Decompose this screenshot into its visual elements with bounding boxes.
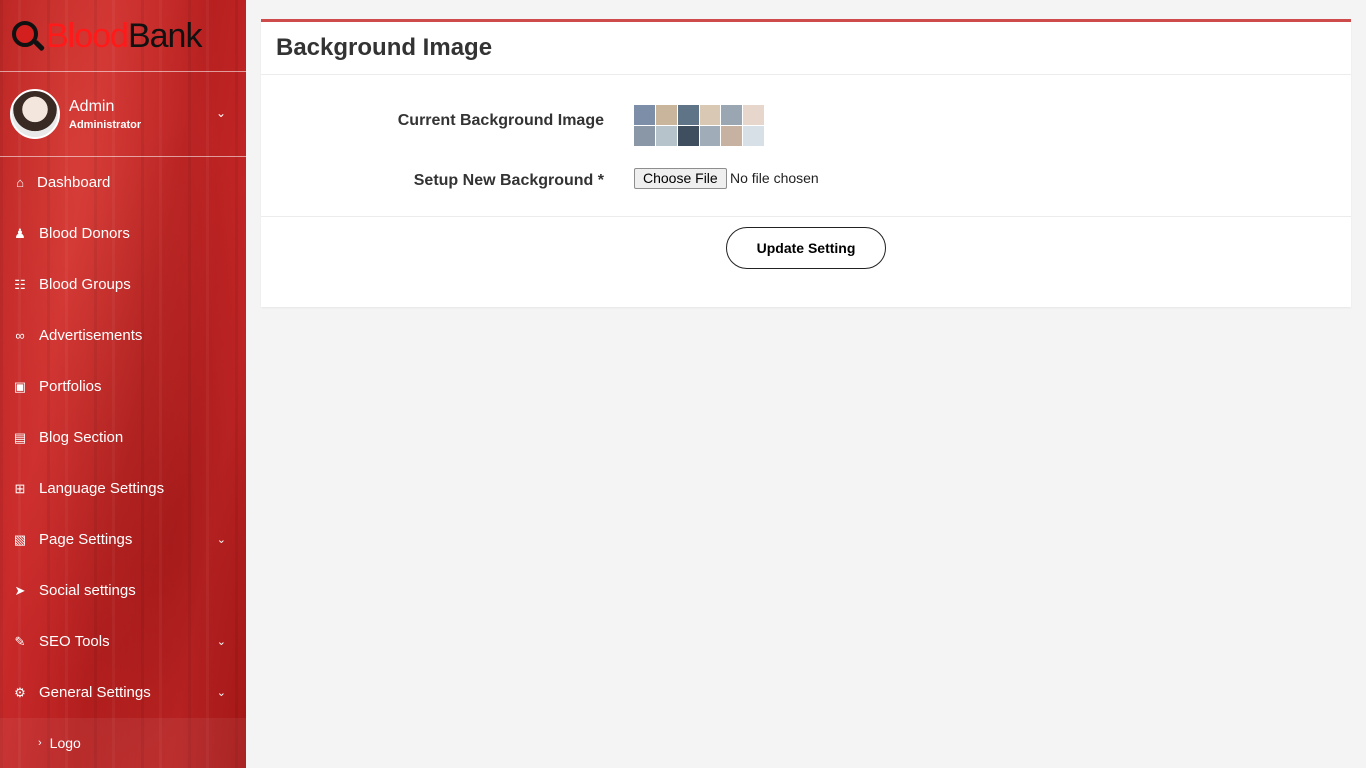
chevron-down-icon: ⌄ <box>216 687 226 699</box>
sidebar: BloodBank Admin Administrator ⌄ ⌂ Dashbo… <box>0 0 246 768</box>
sidebar-item-page-settings[interactable]: ▧ Page Settings ⌄ <box>0 514 246 565</box>
avatar <box>10 89 60 139</box>
current-background-thumbnail <box>634 105 764 146</box>
user-icon: ♟ <box>14 225 26 241</box>
sidebar-item-portfolios[interactable]: ▣ Portfolios <box>0 361 246 412</box>
brand-text-bank: Bank <box>127 16 202 55</box>
sitemap-icon: ☷ <box>14 276 26 292</box>
sidebar-item-blog-section[interactable]: ▤ Blog Section <box>0 412 246 463</box>
brand-text: BloodBank <box>46 16 202 55</box>
brand-logo[interactable]: BloodBank <box>0 0 246 72</box>
image-icon: ▣ <box>13 378 27 394</box>
chevron-down-icon: ⌄ <box>216 636 226 648</box>
sidebar-subitem-label: Logo <box>49 735 81 751</box>
current-background-label: Current Background Image <box>397 112 604 129</box>
file-status-text: No file chosen <box>730 170 819 186</box>
sidebar-item-label: Language Settings <box>39 480 165 497</box>
sidebar-item-social-settings[interactable]: ➤ Social settings <box>0 565 246 616</box>
sidebar-item-label: Advertisements <box>39 327 143 344</box>
cogs-icon: ⚙ <box>14 684 26 700</box>
divider <box>261 216 1351 217</box>
sidebar-item-blood-groups[interactable]: ☷ Blood Groups <box>0 259 246 310</box>
file-icon: ▤ <box>13 429 27 445</box>
sidebar-item-general-settings[interactable]: ⚙ General Settings ⌄ <box>0 667 246 718</box>
sidebar-item-label: Page Settings <box>39 531 133 548</box>
chevron-down-icon[interactable]: ⌄ <box>216 106 226 120</box>
home-icon: ⌂ <box>16 175 24 190</box>
sidebar-item-label: General Settings <box>39 684 151 701</box>
paper-plane-icon: ➤ <box>14 582 26 598</box>
sidebar-item-dashboard[interactable]: ⌂ Dashboard <box>0 157 246 208</box>
chevron-right-icon: › <box>38 737 42 749</box>
link-icon: ∞ <box>15 328 25 343</box>
user-info: Admin Administrator <box>69 98 141 131</box>
sidebar-nav: ⌂ Dashboard ♟ Blood Donors ☷ Blood Group… <box>0 157 246 768</box>
choose-file-button[interactable]: Choose File <box>634 168 727 189</box>
sidebar-item-label: Social settings <box>39 582 136 599</box>
sidebar-subitem-logo[interactable]: › Logo <box>0 718 246 768</box>
background-image-card: Background Image Current Background Imag… <box>261 19 1351 307</box>
language-icon: ⊞ <box>14 480 26 496</box>
sidebar-item-language-settings[interactable]: ⊞ Language Settings <box>0 463 246 514</box>
card-header: Background Image <box>261 22 1351 75</box>
sidebar-item-seo-tools[interactable]: ✎ SEO Tools ⌄ <box>0 616 246 667</box>
magnifier-logo-icon <box>10 19 46 53</box>
chevron-down-icon: ⌄ <box>216 534 226 546</box>
page-title: Background Image <box>276 34 493 61</box>
update-setting-button[interactable]: Update Setting <box>726 227 886 269</box>
sidebar-item-label: Blood Groups <box>39 276 131 293</box>
sidebar-item-label: Blood Donors <box>39 225 130 242</box>
current-background-row: Current Background Image <box>261 112 1351 130</box>
sidebar-item-blood-donors[interactable]: ♟ Blood Donors <box>0 208 246 259</box>
user-panel[interactable]: Admin Administrator ⌄ <box>0 72 246 157</box>
sidebar-item-label: Portfolios <box>39 378 102 395</box>
wrench-icon: ✎ <box>14 633 26 649</box>
sidebar-item-label: SEO Tools <box>39 633 110 650</box>
file-image-icon: ▧ <box>13 531 27 547</box>
sidebar-item-advertisements[interactable]: ∞ Advertisements <box>0 310 246 361</box>
brand-text-blood: Blood <box>46 16 129 55</box>
sidebar-item-label: Dashboard <box>37 174 111 191</box>
user-name: Admin <box>69 97 115 115</box>
user-role: Administrator <box>69 118 142 131</box>
setup-background-label: Setup New Background * <box>413 172 604 189</box>
sidebar-item-label: Blog Section <box>39 429 124 446</box>
